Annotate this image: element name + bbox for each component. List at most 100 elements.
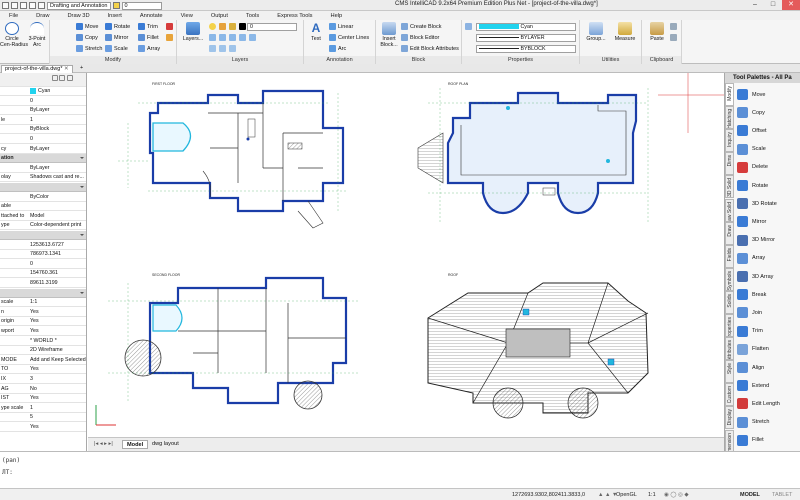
property-section-header[interactable]	[0, 231, 86, 240]
layer-previous-icon[interactable]	[249, 34, 256, 41]
property-value[interactable]: ByLayer	[30, 164, 86, 173]
property-row[interactable]: Yes	[0, 423, 86, 432]
select-objects-icon[interactable]	[59, 75, 66, 81]
save-icon[interactable]	[20, 2, 27, 9]
property-row[interactable]: scale 1:1	[0, 298, 86, 308]
close-tab-icon[interactable]: ✕	[64, 66, 69, 72]
palette-tab-solids[interactable]: Solids	[725, 290, 734, 314]
property-row[interactable]: wport Yes	[0, 327, 86, 336]
palette-tool-3d-array[interactable]: 3D Array	[737, 268, 800, 285]
first-layout-icon[interactable]: |◂ ◂ ▸ ▸|	[90, 440, 117, 449]
property-value[interactable]: 1	[30, 116, 86, 125]
annotation-scale[interactable]: 1:1	[648, 491, 656, 499]
property-section-header[interactable]: ation	[0, 154, 86, 164]
property-value[interactable]: Cyan	[30, 87, 86, 96]
menu-output[interactable]: Output	[202, 13, 237, 19]
property-value[interactable]: ByLayer	[30, 145, 86, 154]
copy-button[interactable]: Copy	[76, 34, 98, 41]
property-value[interactable]: 154760.361	[30, 269, 86, 278]
palette-tool-fillet[interactable]: Fillet	[737, 432, 800, 449]
property-row[interactable]: AG No	[0, 385, 86, 394]
property-value[interactable]: 3	[30, 375, 86, 384]
palette-tool-mirror[interactable]: Mirror	[737, 213, 800, 230]
palette-tool-align[interactable]: Align	[737, 359, 800, 376]
layer-select[interactable]: 0	[247, 23, 297, 31]
opengl-status[interactable]: OpenGL	[616, 491, 637, 499]
palette-tab-3d-solid[interactable]: 3D Solid	[725, 175, 734, 199]
menu-view[interactable]: View	[172, 13, 202, 19]
property-row[interactable]: * WORLD *	[0, 337, 86, 346]
workspace-select[interactable]: Drafting and Annotation	[47, 1, 111, 10]
property-value[interactable]: 1	[30, 404, 86, 413]
layer-match-icon[interactable]	[239, 34, 246, 41]
property-row[interactable]: 786973.1341	[0, 250, 86, 260]
palette-tool-break[interactable]: Break	[737, 286, 800, 303]
status-toggle-icons[interactable]: ◉ ◯ ◎ ◆	[664, 491, 689, 499]
layer-walk-icon[interactable]	[209, 45, 216, 52]
arc-dim-button[interactable]: Arc	[329, 45, 346, 52]
edit-block-attributes-button[interactable]: Edit Block Attributes	[401, 45, 459, 52]
property-row[interactable]: ByBlock	[0, 125, 86, 135]
mirror-button[interactable]: Mirror	[105, 34, 128, 41]
menu-draw[interactable]: Draw	[27, 13, 58, 19]
lightbulb-icon[interactable]	[209, 23, 216, 30]
layer-freeze-icon[interactable]	[229, 34, 236, 41]
plan-roof-outline[interactable]: ROOF PLAN	[417, 82, 649, 223]
open-file-icon[interactable]	[11, 2, 18, 9]
property-value[interactable]: 0	[30, 97, 86, 106]
palette-tab-attributes[interactable]: Attributes	[725, 337, 734, 361]
property-row[interactable]: n Yes	[0, 308, 86, 317]
lock-icon[interactable]	[229, 23, 236, 30]
new-tab-button[interactable]: +	[77, 65, 86, 73]
measure-button[interactable]: Measure	[610, 22, 640, 42]
palette-tab-style[interactable]: Style	[725, 360, 734, 384]
quick-select-icon[interactable]	[52, 75, 58, 81]
model-space-toggle[interactable]: MODEL	[740, 491, 760, 499]
explode-button[interactable]	[166, 34, 173, 41]
menu-draw-3d[interactable]: Draw 3D	[58, 13, 98, 19]
undo-icon[interactable]	[29, 2, 36, 9]
palette-tool-move[interactable]: Move	[737, 86, 800, 103]
property-value[interactable]: Yes	[30, 394, 86, 403]
property-row[interactable]: 89611.3199	[0, 279, 86, 288]
palette-tool-flatten[interactable]: Flatten	[737, 341, 800, 358]
property-value[interactable]: Yes	[30, 327, 86, 336]
property-row[interactable]: Cyan	[0, 87, 86, 96]
palette-tab-symbols[interactable]: Symbols	[725, 267, 734, 291]
text-button[interactable]: A Text	[306, 22, 326, 43]
palette-tab-dimension[interactable]: Dimension	[725, 429, 734, 451]
close-button[interactable]: ✕	[782, 0, 800, 10]
property-value[interactable]: 1:1	[30, 298, 86, 307]
layers-button[interactable]: Layers...	[181, 22, 205, 42]
property-value[interactable]: 2D Wireframe	[30, 346, 86, 355]
fillet-button[interactable]: Fillet	[138, 34, 159, 41]
property-value[interactable]: 0	[30, 135, 86, 144]
property-row[interactable]: ByLayer	[0, 106, 86, 116]
property-value[interactable]: 786973.1341	[30, 250, 86, 259]
property-value[interactable]: Yes	[30, 423, 86, 432]
command-prompt[interactable]: ЛТ:	[2, 469, 13, 476]
property-value[interactable]: 5	[30, 413, 86, 422]
menu-tools[interactable]: Tools	[237, 13, 268, 19]
new-file-icon[interactable]	[2, 2, 9, 9]
menu-annotate[interactable]: Annotate	[131, 13, 172, 19]
layer-quick-select[interactable]: 0	[121, 1, 162, 10]
pickadd-icon[interactable]	[66, 75, 73, 81]
redo-icon[interactable]	[38, 2, 45, 9]
property-section-header[interactable]	[0, 183, 86, 192]
property-row[interactable]: ttached to Model	[0, 212, 86, 221]
drawing-canvas[interactable]: FIRST FLOOR ROOF PLAN SECOND FLOOR ROOF	[88, 73, 724, 437]
property-row[interactable]: able	[0, 202, 86, 212]
tab-model[interactable]: Model	[122, 440, 149, 449]
palette-tab-modify[interactable]: Modify	[725, 83, 734, 107]
property-row[interactable]: ByLayer	[0, 164, 86, 173]
property-row[interactable]: 1253613.6727	[0, 241, 86, 250]
property-row[interactable]: olay Shadows cast and re...	[0, 173, 86, 183]
menu-insert[interactable]: Insert	[99, 13, 131, 19]
plan-first-floor[interactable]: FIRST FLOOR	[118, 82, 348, 229]
palette-tool-extend[interactable]: Extend	[737, 377, 800, 394]
property-value[interactable]: 0	[30, 260, 86, 269]
property-value[interactable]: Yes	[30, 308, 86, 317]
group-button[interactable]: Group...	[582, 22, 610, 42]
copy-clip-button[interactable]	[670, 34, 677, 41]
